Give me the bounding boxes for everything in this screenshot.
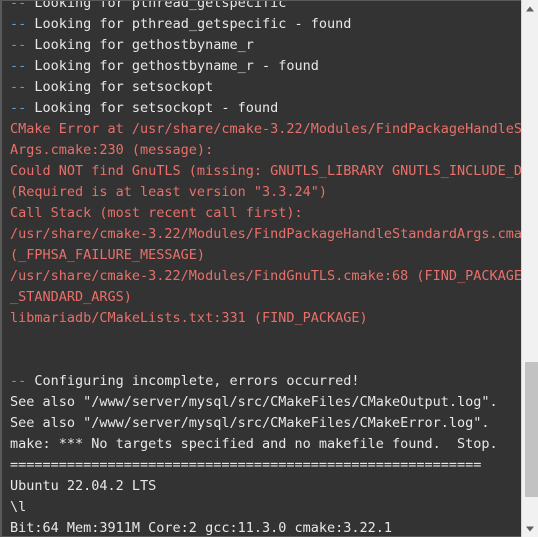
console-line-text: Ubuntu 22.04.2 LTS (10, 478, 157, 494)
console-line: Could NOT find GnuTLS (missing: GNUTLS_L… (10, 161, 521, 182)
console-line: \l (10, 497, 521, 518)
scrollbar-track[interactable] (523, 17, 538, 520)
console-line: Bit:64 Mem:3911M Core:2 gcc:11.3.0 cmake… (10, 518, 521, 536)
console-line: -- Looking for setsockopt (10, 77, 521, 98)
console-error-text: libmariadb/CMakeLists.txt:331 (FIND_PACK… (10, 310, 368, 326)
console-error-text: Args.cmake:230 (message): (10, 142, 214, 158)
console-line-prefix: -- (10, 79, 27, 95)
console-line-text: Looking for gethostbyname_r - found (26, 58, 319, 74)
console-error-text: Could NOT find GnuTLS (missing: GNUTLS_L… (10, 163, 521, 179)
console-line-list: -- Looking for pthread_getspecific -- Loo… (2, 0, 521, 536)
console-line-prefix: -- (10, 100, 27, 116)
console-line: -- Looking for pthread_getspecific - fou… (10, 14, 521, 35)
console-error-text: (Required is at least version "3.3.24") (10, 184, 327, 200)
console-line: (_FPHSA_FAILURE_MESSAGE) (10, 245, 521, 266)
scroll-up-arrow-button[interactable] (522, 0, 538, 17)
console-output-area[interactable]: -- Looking for pthread_getspecific -- Loo… (0, 0, 521, 537)
console-line: See also "/www/server/mysql/src/CMakeFil… (10, 392, 521, 413)
console-line-text: See also "/www/server/mysql/src/CMakeFil… (10, 394, 498, 410)
console-line: -- Looking for setsockopt - found (10, 98, 521, 119)
console-line-text: Looking for pthread_getspecific (26, 0, 287, 11)
console-line-text: \l (10, 499, 27, 515)
console-line-text: Bit:64 Mem:3911M Core:2 gcc:11.3.0 cmake… (10, 520, 393, 536)
console-line: See also "/www/server/mysql/src/CMakeFil… (10, 413, 521, 434)
console-error-text: _STANDARD_ARGS) (10, 289, 132, 305)
console-line-text: make: *** No targets specified and no ma… (10, 436, 498, 452)
console-error-text: Call Stack (most recent call first): (10, 205, 303, 221)
scrollbar-thumb[interactable] (525, 362, 538, 497)
console-line: -- Configuring incomplete, errors occurr… (10, 371, 521, 392)
console-separator: ========================================… (10, 457, 482, 473)
console-line: CMake Error at /usr/share/cmake-3.22/Mod… (10, 119, 521, 140)
console-line: -- Looking for gethostbyname_r (10, 35, 521, 56)
console-line-prefix: -- (10, 58, 27, 74)
console-line: libmariadb/CMakeLists.txt:331 (FIND_PACK… (10, 308, 521, 329)
console-window: -- Looking for pthread_getspecific -- Loo… (0, 0, 538, 537)
console-line-prefix: -- (10, 16, 27, 32)
console-line: _STANDARD_ARGS) (10, 287, 521, 308)
console-line-text: Looking for setsockopt - found (26, 100, 279, 116)
console-line: /usr/share/cmake-3.22/Modules/FindPackag… (10, 224, 521, 245)
console-line: -- Looking for gethostbyname_r - found (10, 56, 521, 77)
vertical-scrollbar[interactable] (521, 0, 538, 537)
console-error-text: /usr/share/cmake-3.22/Modules/FindGnuTLS… (10, 268, 521, 284)
scroll-down-arrow-button[interactable] (522, 520, 538, 537)
console-line-text: Looking for setsockopt (26, 79, 214, 95)
console-line: (Required is at least version "3.3.24") (10, 182, 521, 203)
console-error-text: /usr/share/cmake-3.22/Modules/FindPackag… (10, 226, 521, 242)
chevron-up-icon (526, 6, 534, 11)
console-line-text: See also "/www/server/mysql/src/CMakeFil… (10, 415, 490, 431)
console-line-text: Looking for gethostbyname_r (26, 37, 254, 53)
console-line: Call Stack (most recent call first): (10, 203, 521, 224)
console-error-text: CMake Error at /usr/share/cmake-3.22/Mod… (10, 121, 521, 137)
console-error-text: (_FPHSA_FAILURE_MESSAGE) (10, 247, 206, 263)
console-line: /usr/share/cmake-3.22/Modules/FindGnuTLS… (10, 266, 521, 287)
console-line-prefix: -- (10, 37, 27, 53)
console-line: make: *** No targets specified and no ma… (10, 434, 521, 455)
console-line: Args.cmake:230 (message): (10, 140, 521, 161)
console-line-prefix: -- (10, 0, 27, 11)
console-line: -- Looking for pthread_getspecific (10, 0, 521, 14)
console-line: Ubuntu 22.04.2 LTS (10, 476, 521, 497)
console-line-prefix: -- (10, 373, 27, 389)
chevron-down-icon (526, 526, 534, 531)
console-line-text: Configuring incomplete, errors occurred! (26, 373, 360, 389)
console-line: ========================================… (10, 455, 521, 476)
console-line-text: Looking for pthread_getspecific - found (26, 16, 352, 32)
